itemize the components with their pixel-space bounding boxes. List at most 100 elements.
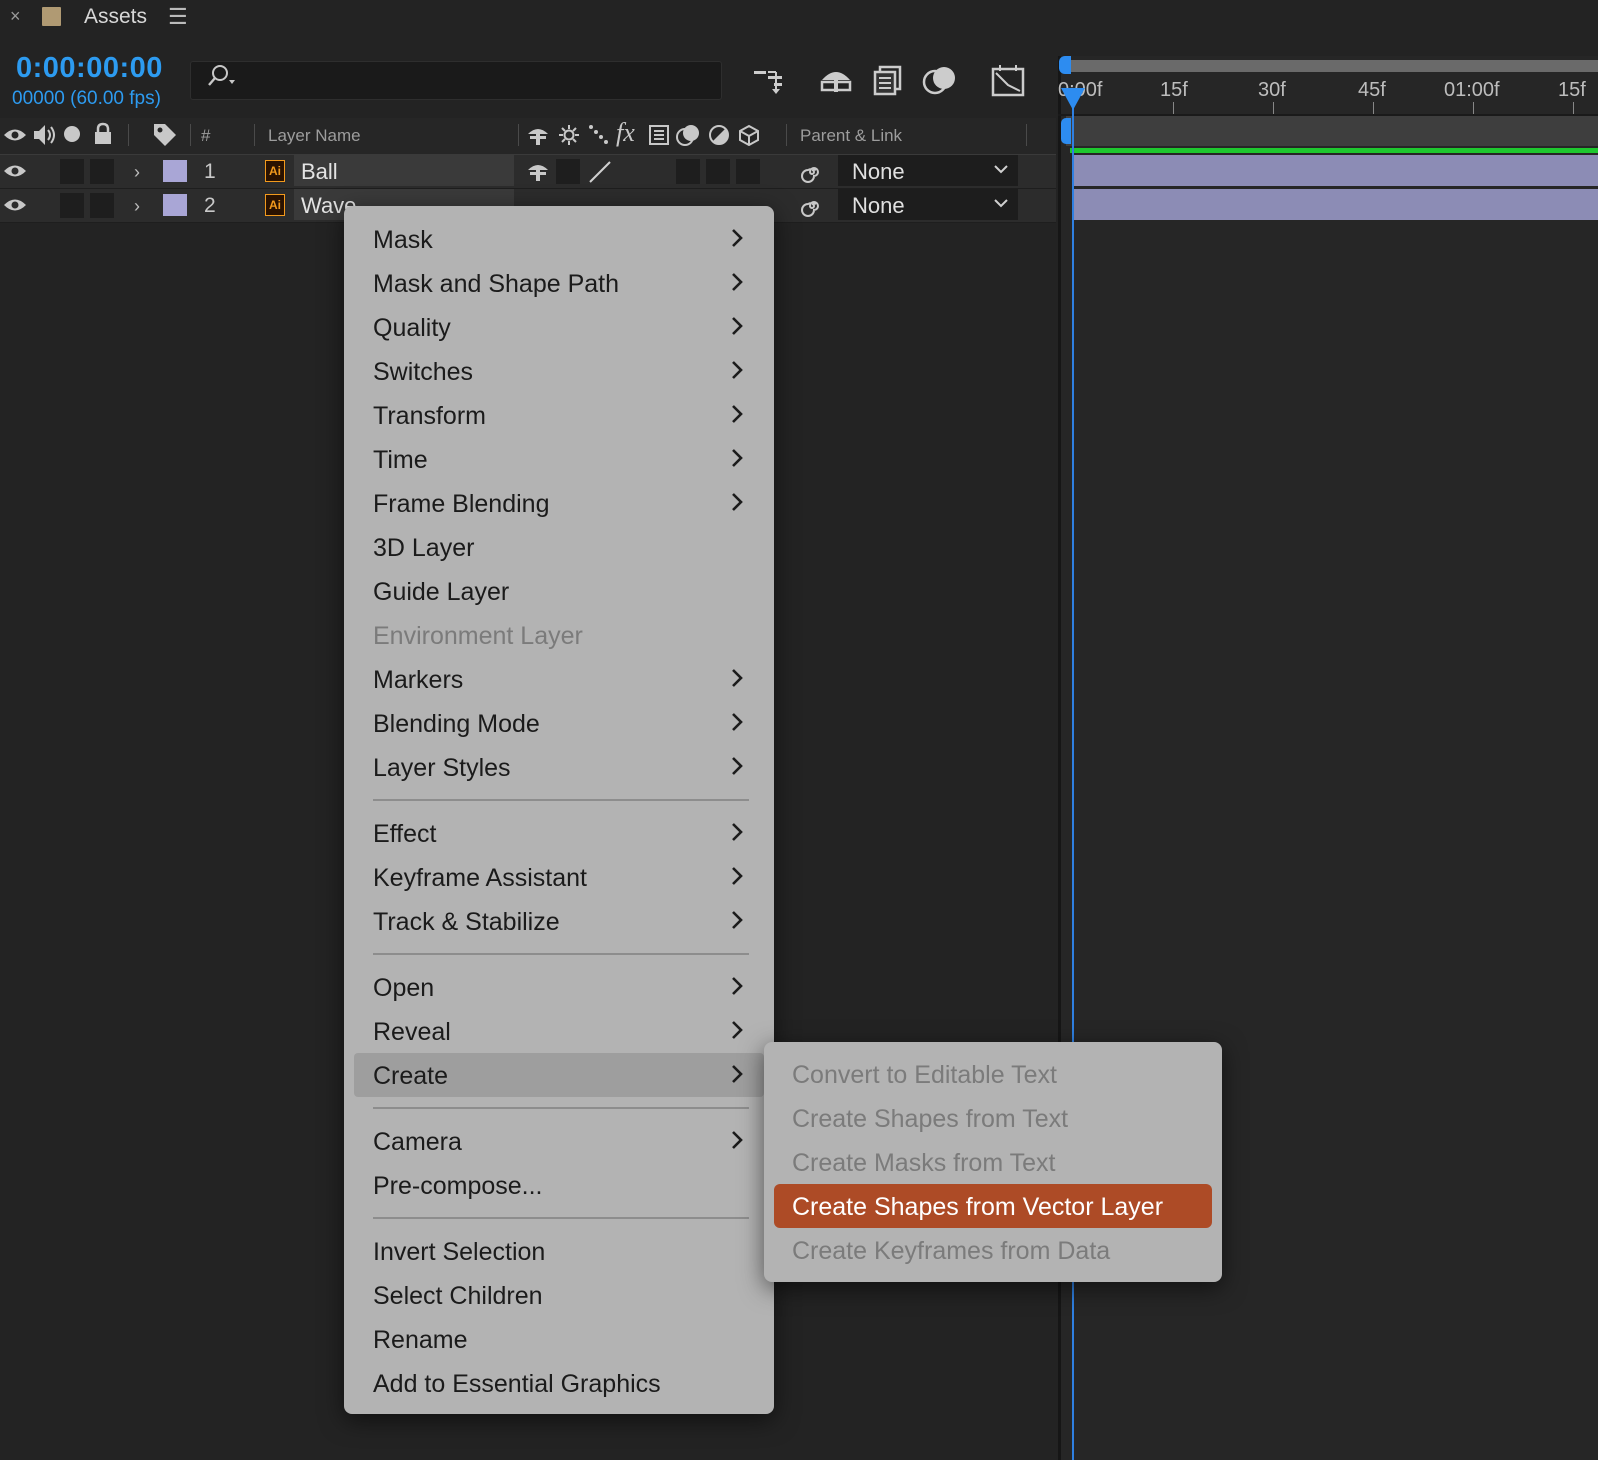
work-area-bar[interactable] xyxy=(1066,60,1598,72)
lock-cell[interactable] xyxy=(90,193,114,218)
menu-item-reveal[interactable]: Reveal xyxy=(344,1009,774,1053)
draft-3d-icon[interactable] xyxy=(816,60,856,100)
layer-visibility-eye-icon[interactable] xyxy=(2,194,28,221)
menu-item-rename[interactable]: Rename xyxy=(344,1317,774,1361)
menu-item-markers[interactable]: Markers xyxy=(344,657,774,701)
collapse-cell[interactable] xyxy=(556,159,580,184)
expand-chevron-icon[interactable]: › xyxy=(134,196,140,217)
adjustment-cell[interactable] xyxy=(706,159,730,184)
menu-item-label: Transform xyxy=(373,402,486,430)
layer-visibility-eye-icon[interactable] xyxy=(2,160,28,187)
chevron-right-icon xyxy=(732,757,743,775)
menu-item-camera[interactable]: Camera xyxy=(344,1119,774,1163)
menu-separator xyxy=(373,1107,749,1109)
layer-label-color[interactable] xyxy=(163,160,187,182)
composition-swatch-icon xyxy=(42,7,61,26)
shy-switch-icon[interactable] xyxy=(526,124,550,151)
menu-item-label: Reveal xyxy=(373,1018,451,1046)
audio-icon[interactable] xyxy=(32,122,58,153)
menu-item-switches[interactable]: Switches xyxy=(344,349,774,393)
menu-item-effect[interactable]: Effect xyxy=(344,811,774,855)
chevron-right-icon xyxy=(732,669,743,687)
close-tab-icon[interactable]: × xyxy=(10,6,21,27)
menu-item-layer-styles[interactable]: Layer Styles xyxy=(344,745,774,789)
solo-icon[interactable] xyxy=(64,126,80,142)
chevron-down-icon[interactable] xyxy=(992,194,1010,217)
pick-whip-icon[interactable] xyxy=(800,194,824,223)
menu-item-add-to-essential-graphics[interactable]: Add to Essential Graphics xyxy=(344,1361,774,1405)
menu-item-label: Effect xyxy=(373,820,437,848)
label-tag-icon[interactable] xyxy=(152,122,178,153)
menu-item-create[interactable]: Create xyxy=(354,1053,764,1097)
menu-item-select-children[interactable]: Select Children xyxy=(344,1273,774,1317)
work-area-start-handle[interactable] xyxy=(1059,56,1071,74)
frame-blend-switch-icon[interactable] xyxy=(648,124,670,151)
adjustment-layer-switch-icon[interactable] xyxy=(708,124,730,151)
menu-item-transform[interactable]: Transform xyxy=(344,393,774,437)
menu-item-open[interactable]: Open xyxy=(344,965,774,1009)
panel-menu-icon[interactable]: ☰ xyxy=(168,4,188,30)
menu-item-quality[interactable]: Quality xyxy=(344,305,774,349)
pick-whip-icon[interactable] xyxy=(800,160,824,189)
menu-item-3d-layer[interactable]: 3D Layer xyxy=(344,525,774,569)
ruler-tick xyxy=(1373,102,1374,114)
submenu-item-create-shapes-from-vector-layer[interactable]: Create Shapes from Vector Layer xyxy=(774,1184,1212,1228)
search-input[interactable] xyxy=(240,66,714,94)
search-icon[interactable] xyxy=(206,64,240,96)
layer-label-color[interactable] xyxy=(163,194,187,216)
menu-item-label: Add to Essential Graphics xyxy=(373,1370,661,1398)
chevron-right-icon xyxy=(732,449,743,467)
menu-item-label: Time xyxy=(373,446,428,474)
quality-switch-icon[interactable] xyxy=(588,124,610,151)
menu-item-track-stabilize[interactable]: Track & Stabilize xyxy=(344,899,774,943)
ruler-tick xyxy=(1273,102,1274,114)
collapse-switch-icon[interactable] xyxy=(558,124,580,151)
chevron-down-icon[interactable] xyxy=(992,160,1010,183)
motion-blur-cell[interactable] xyxy=(676,159,700,184)
3d-cell[interactable] xyxy=(736,159,760,184)
layer-number: 2 xyxy=(204,194,216,217)
motion-blur-icon[interactable] xyxy=(920,60,960,100)
menu-item-guide-layer[interactable]: Guide Layer xyxy=(344,569,774,613)
frame-blending-icon[interactable] xyxy=(868,60,908,100)
expand-chevron-icon[interactable]: › xyxy=(134,162,140,183)
lock-icon[interactable] xyxy=(92,122,114,151)
video-visibility-icon[interactable] xyxy=(2,124,28,151)
menu-item-mask-and-shape-path[interactable]: Mask and Shape Path xyxy=(344,261,774,305)
layer-duration-bar[interactable] xyxy=(1072,189,1598,220)
menu-item-mask[interactable]: Mask xyxy=(344,217,774,261)
menu-item-frame-blending[interactable]: Frame Blending xyxy=(344,481,774,525)
menu-item-invert-selection[interactable]: Invert Selection xyxy=(344,1229,774,1273)
solo-cell[interactable] xyxy=(60,159,84,184)
render-cache-bar xyxy=(1070,148,1598,153)
chevron-right-icon xyxy=(732,229,743,247)
graph-editor-icon[interactable] xyxy=(988,60,1028,100)
in-point-handle[interactable] xyxy=(1061,118,1071,144)
motion-blur-switch-icon[interactable] xyxy=(676,124,700,151)
chevron-right-icon xyxy=(732,867,743,885)
menu-item-label: Guide Layer xyxy=(373,578,510,606)
playhead-handle[interactable] xyxy=(1061,88,1085,110)
layer-duration-bar[interactable] xyxy=(1072,155,1598,186)
layer-name[interactable]: Ball xyxy=(301,159,338,185)
menu-item-label: Create xyxy=(373,1062,449,1090)
effect-switch-icon[interactable]: fx xyxy=(616,118,635,148)
column-layer-name[interactable]: Layer Name xyxy=(268,126,361,146)
current-timecode[interactable]: 0:00:00:00 xyxy=(16,52,163,85)
shy-switch-icon[interactable] xyxy=(526,160,550,187)
column-parent-link[interactable]: Parent & Link xyxy=(800,126,902,146)
chevron-right-icon xyxy=(732,713,743,731)
marker-track[interactable] xyxy=(1066,116,1598,146)
menu-item-keyframe-assistant[interactable]: Keyframe Assistant xyxy=(344,855,774,899)
quality-line-icon[interactable] xyxy=(588,160,612,189)
menu-item-pre-compose[interactable]: Pre-compose... xyxy=(344,1163,774,1207)
3d-layer-switch-icon[interactable] xyxy=(738,124,760,151)
chevron-right-icon xyxy=(732,493,743,511)
tab-title[interactable]: Assets xyxy=(84,5,147,29)
menu-item-blending-mode[interactable]: Blending Mode xyxy=(344,701,774,745)
solo-cell[interactable] xyxy=(60,193,84,218)
composition-flowchart-icon[interactable] xyxy=(750,60,790,100)
menu-item-time[interactable]: Time xyxy=(344,437,774,481)
menu-item-label: Pre-compose... xyxy=(373,1172,543,1200)
lock-cell[interactable] xyxy=(90,159,114,184)
